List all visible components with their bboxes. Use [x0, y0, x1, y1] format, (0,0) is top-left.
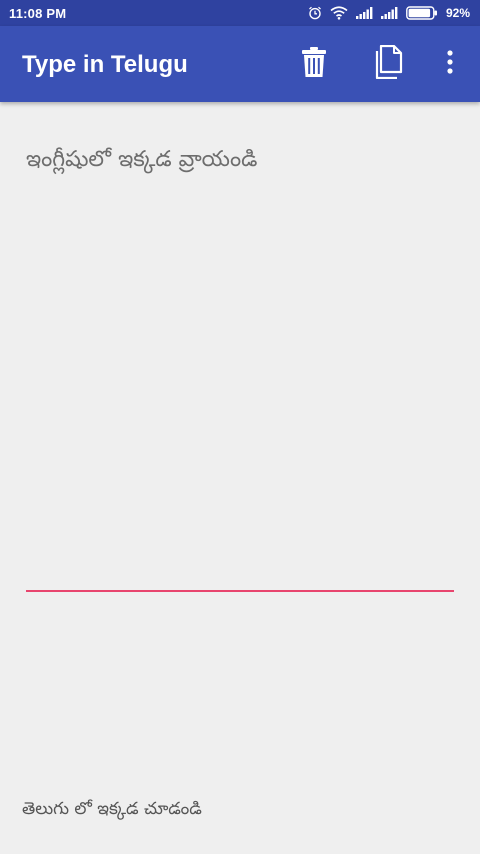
wifi-icon — [330, 6, 348, 20]
app-title: Type in Telugu — [22, 51, 188, 78]
telugu-output: తెలుగు లో ఇక్కడ చూడండి — [22, 799, 202, 819]
input-placeholder: ఇంగ్లీషులో ఇక్కడ వ్రాయండి — [26, 147, 258, 172]
english-input[interactable]: ఇంగ్లీషులో ఇక్కడ వ్రాయండి — [26, 145, 454, 175]
delete-icon — [301, 46, 327, 82]
more-options-button[interactable] — [432, 46, 468, 82]
input-underline — [26, 590, 454, 592]
copy-button[interactable] — [371, 44, 407, 83]
status-time: 11:08 PM — [9, 5, 67, 21]
delete-button[interactable] — [296, 46, 332, 82]
battery-percent: 92% — [445, 6, 470, 20]
copy-icon — [374, 44, 404, 83]
battery-icon — [406, 6, 438, 20]
more-vert-icon — [446, 50, 454, 78]
signal-icon — [355, 7, 373, 19]
alarm-icon — [308, 6, 322, 20]
status-bar: 11:08 PM 92% — [0, 0, 480, 26]
signal-icon — [380, 7, 398, 19]
app-bar: Type in Telugu — [0, 26, 480, 102]
status-icons: 92% — [308, 6, 470, 20]
